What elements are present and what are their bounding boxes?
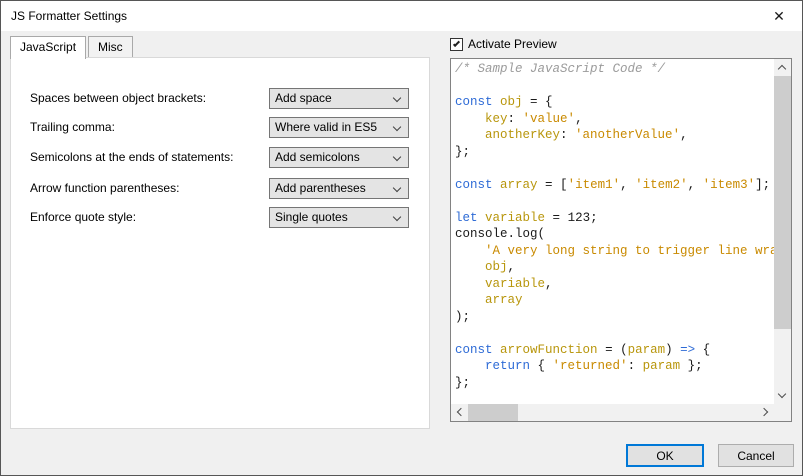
scrollbar-corner <box>774 404 791 421</box>
checkbox-box[interactable] <box>450 38 463 51</box>
code-preview-pane: /* Sample JavaScript Code */ const obj =… <box>450 58 792 422</box>
chevron-down-icon <box>393 94 401 102</box>
js-formatter-settings-dialog: JS Formatter Settings ✕ JavaScript Misc … <box>0 0 803 476</box>
chevron-right-icon <box>760 408 768 416</box>
setting-row-arrow-parens: Arrow function parentheses: Add parenthe… <box>11 178 429 199</box>
chevron-down-icon <box>393 153 401 161</box>
object-brackets-label: Spaces between object brackets: <box>30 91 206 105</box>
vertical-scrollbar[interactable] <box>774 59 791 404</box>
trailing-comma-label: Trailing comma: <box>30 120 115 134</box>
setting-row-object-brackets: Spaces between object brackets: Add spac… <box>11 88 429 109</box>
scroll-left-button[interactable] <box>451 404 468 421</box>
chevron-up-icon <box>778 65 786 73</box>
setting-row-semicolons: Semicolons at the ends of statements: Ad… <box>11 147 429 168</box>
quote-style-label: Enforce quote style: <box>30 210 136 224</box>
chevron-down-icon <box>393 213 401 221</box>
scroll-down-button[interactable] <box>774 387 791 404</box>
vertical-scrollbar-thumb[interactable] <box>774 76 791 329</box>
arrow-parens-dropdown[interactable]: Add parentheses <box>269 178 409 199</box>
horizontal-scrollbar-thumb[interactable] <box>468 404 518 421</box>
chevron-down-icon <box>393 123 401 131</box>
code-area: /* Sample JavaScript Code */ const obj =… <box>451 59 774 404</box>
quote-style-value: Single quotes <box>275 210 348 224</box>
object-brackets-dropdown[interactable]: Add space <box>269 88 409 109</box>
scroll-up-button[interactable] <box>774 59 791 76</box>
object-brackets-value: Add space <box>275 91 332 105</box>
titlebar: JS Formatter Settings ✕ <box>1 1 802 31</box>
checkmark-icon <box>453 40 460 47</box>
horizontal-scrollbar[interactable] <box>451 404 774 421</box>
setting-row-trailing-comma: Trailing comma: Where valid in ES5 <box>11 117 429 138</box>
setting-row-quote-style: Enforce quote style: Single quotes <box>11 207 429 228</box>
trailing-comma-value: Where valid in ES5 <box>275 120 377 134</box>
chevron-left-icon <box>457 408 465 416</box>
window-title: JS Formatter Settings <box>11 1 127 31</box>
arrow-parens-value: Add parentheses <box>275 181 366 195</box>
quote-style-dropdown[interactable]: Single quotes <box>269 207 409 228</box>
chevron-down-icon <box>778 390 786 398</box>
activate-preview-label: Activate Preview <box>468 37 557 51</box>
semicolons-value: Add semicolons <box>275 150 360 164</box>
cancel-button[interactable]: Cancel <box>718 444 794 467</box>
close-icon[interactable]: ✕ <box>756 1 802 31</box>
ok-button[interactable]: OK <box>626 444 704 467</box>
semicolons-label: Semicolons at the ends of statements: <box>30 150 233 164</box>
scroll-right-button[interactable] <box>757 404 774 421</box>
chevron-down-icon <box>393 184 401 192</box>
tab-javascript[interactable]: JavaScript <box>10 36 86 59</box>
trailing-comma-dropdown[interactable]: Where valid in ES5 <box>269 117 409 138</box>
tab-misc[interactable]: Misc <box>88 36 133 58</box>
arrow-parens-label: Arrow function parentheses: <box>30 181 179 195</box>
semicolons-dropdown[interactable]: Add semicolons <box>269 147 409 168</box>
javascript-tab-page: Spaces between object brackets: Add spac… <box>10 57 430 429</box>
